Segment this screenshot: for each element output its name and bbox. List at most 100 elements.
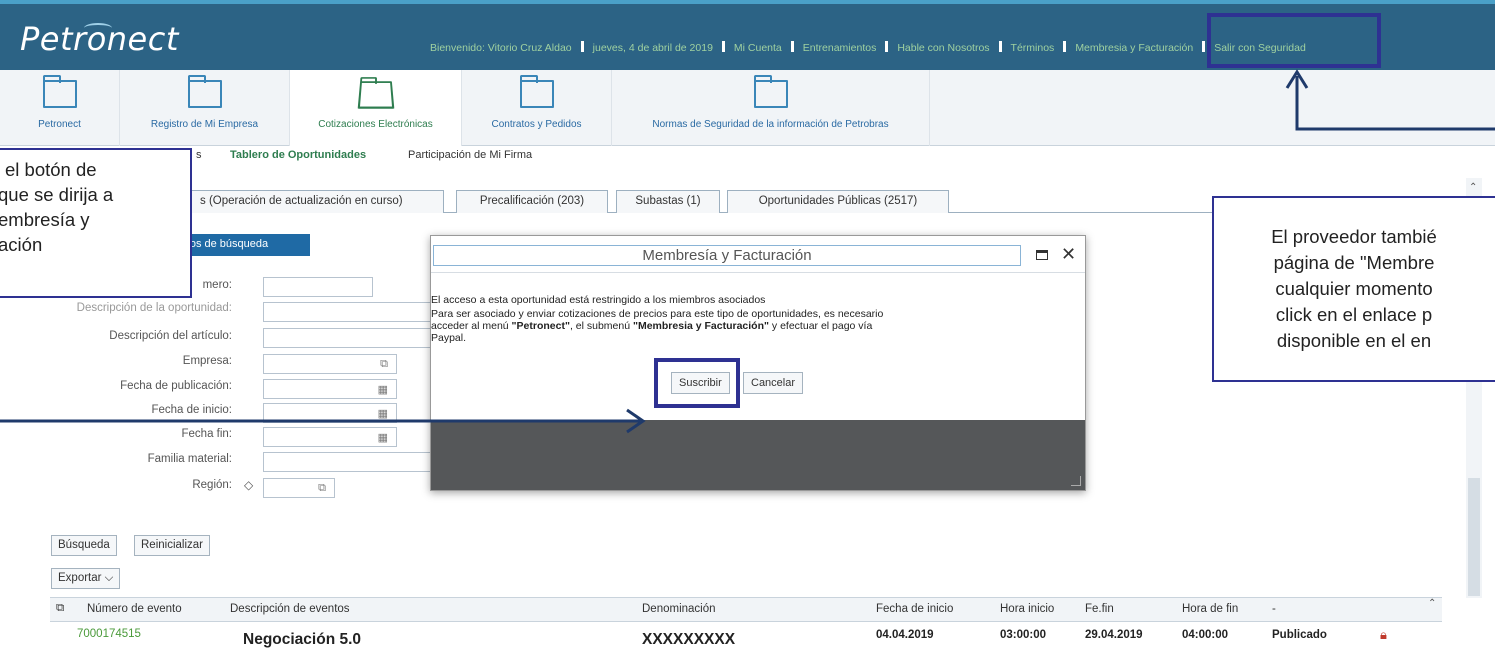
membresia-link-highlight [1207,13,1381,68]
nav-label: Cotizaciones Electrónicas [318,119,433,130]
nav-item-contratos[interactable]: Contratos y Pedidos [462,70,612,146]
table-settings-icon[interactable]: ⧉ [56,602,64,615]
petronect-logo[interactable]: Petronect [20,20,179,58]
col-hora-fin[interactable]: Hora de fin [1182,603,1238,615]
cell-numero[interactable]: 7000174515 [77,628,141,640]
callout-left-line: el botón de [5,159,97,180]
lock-cancel-icon[interactable]: 🔒︎ [1380,627,1387,643]
logo-swoosh-icon [84,23,112,33]
input-descripcion-articulo[interactable] [263,328,431,348]
separator [885,41,889,52]
cell-hora-fin: 04:00:00 [1182,629,1229,641]
link-membresia-facturacion[interactable]: Membresia y Facturación [1075,42,1193,54]
input-region[interactable]: ⧉ [263,478,335,498]
col-fe-fin[interactable]: Fe.fin [1085,603,1114,615]
calendar-icon[interactable]: ▦ [378,431,388,444]
tab-subastas[interactable]: Subastas (1) [616,190,720,213]
col-estado[interactable]: - [1272,603,1276,615]
callout-right-line: El proveedor tambié [1271,226,1437,247]
nav-label: Registro de Mi Empresa [150,119,259,130]
col-denominacion[interactable]: Denominación [642,603,716,615]
cell-hora-inicio: 03:00:00 [1000,629,1047,641]
resize-grip-icon[interactable] [1071,476,1081,486]
callout-right-line: click en el enlace p [1275,304,1433,325]
welcome-text: Bienvenido: Vitorio Cruz Aldao [430,42,572,54]
input-descripcion-oportunidad[interactable] [263,302,431,322]
value-help-icon[interactable]: ⧉ [318,482,326,495]
subnav-item-participacion[interactable]: Participación de Mi Firma [408,149,532,161]
tab-precalificacion[interactable]: Precalificación (203) [456,190,608,213]
subnav-item-partial[interactable]: s [196,149,202,161]
modal-text-part: , el submenú [569,320,633,332]
modal-footer [431,420,1085,490]
chevron-down-icon: ⌵ [104,572,114,584]
scroll-thumb[interactable] [1468,478,1480,596]
exportar-button[interactable]: Exportar ⌵ [51,568,121,589]
input-empresa[interactable]: ⧉ [263,354,397,374]
modal-message-line2: Para ser asociado y enviar cotizaciones … [431,308,884,320]
nav-item-normas[interactable]: Normas de Seguridad de la información de… [612,70,930,146]
label-numero: mero: [202,279,232,291]
date-text: jueves, 4 de abril de 2019 [592,42,713,54]
input-fecha-publicacion[interactable]: ▦ [263,379,397,399]
folder-icon [42,75,77,108]
nav-label: Normas de Seguridad de la información de… [652,119,889,130]
folder-icon [519,75,554,108]
label-descripcion-oportunidad: Descripción de la oportunidad: [76,302,232,314]
callout-right-line: página de "Membre [1273,252,1435,273]
separator [998,41,1002,52]
nav-item-petronect[interactable]: Petronect [0,70,120,146]
modal-message-line4: Paypal. [431,332,467,344]
link-mi-cuenta[interactable]: Mi Cuenta [734,42,782,54]
callout-left-line: embresía y [0,209,90,230]
link-entrenamientos[interactable]: Entrenamientos [803,42,877,54]
label-fecha-publicacion: Fecha de publicación: [120,380,232,392]
input-numero[interactable] [263,277,373,297]
busqueda-button[interactable]: Búsqueda [51,535,117,556]
separator [1063,41,1067,52]
exportar-label: Exportar [58,572,102,584]
modal-text-part: acceder al menú [431,320,512,332]
tab-oportunidades-publicas[interactable]: Oportunidades Públicas (2517) [727,190,949,213]
folder-icon [187,75,222,108]
membresia-modal: Membresía y Facturación ✕ El acceso a es… [430,235,1086,491]
value-help-icon[interactable]: ⧉ [380,358,388,371]
table-scroll-up-icon[interactable]: ⌃ [1428,598,1436,609]
input-familia-material[interactable] [263,452,431,472]
nav-item-registro[interactable]: Registro de Mi Empresa [120,70,290,146]
label-familia-material: Familia material: [147,453,232,465]
col-descripcion[interactable]: Descripción de eventos [230,603,350,615]
tab-actualizacion[interactable]: s (Operación de actualización en curso) [178,190,444,213]
calendar-icon[interactable]: ▦ [378,407,388,420]
close-icon[interactable]: ✕ [1061,244,1076,265]
scroll-up-icon[interactable]: ⌃ [1469,182,1477,193]
cell-fecha-inicio: 04.04.2019 [876,629,934,641]
cell-estado: Publicado [1272,629,1327,641]
subnav-item-tablero[interactable]: Tablero de Oportunidades [230,149,366,161]
table-header: ⧉ Número de evento Descripción de evento… [50,597,1442,622]
link-hable-con-nosotros[interactable]: Hable con Nosotros [897,42,989,54]
input-fecha-inicio[interactable]: ▦ [263,403,397,423]
label-empresa: Empresa: [182,355,232,367]
reinicializar-button[interactable]: Reinicializar [134,535,210,556]
nav-item-cotizaciones[interactable]: Cotizaciones Electrónicas [290,70,462,146]
callout-right-line: cualquier momento [1275,278,1433,299]
callout-right-line: disponible en el en [1276,330,1432,351]
table-row[interactable]: 7000174515 Negociación 5.0 XXXXXXXXX 04.… [50,622,1442,658]
main-nav: Petronect Registro de Mi Empresa Cotizac… [0,70,1495,146]
subnav: s Tablero de Oportunidades Participación… [0,146,1495,166]
label-fecha-fin: Fecha fin: [181,428,233,440]
col-fecha-inicio[interactable]: Fecha de inicio [876,603,953,615]
modal-title: Membresía y Facturación [433,245,1021,266]
link-terminos[interactable]: Términos [1011,42,1055,54]
input-fecha-fin[interactable]: ▦ [263,427,397,447]
label-fecha-inicio: Fecha de inicio: [151,404,232,416]
folder-icon [753,75,788,108]
maximize-icon[interactable] [1036,250,1048,260]
col-hora-inicio[interactable]: Hora inicio [1000,603,1054,615]
col-numero-evento[interactable]: Número de evento [87,603,182,615]
cancelar-button[interactable]: Cancelar [743,372,804,394]
calendar-icon[interactable]: ▦ [378,383,388,396]
suscribir-highlight [654,358,740,408]
callout-left-line: que se dirija a [0,184,114,205]
